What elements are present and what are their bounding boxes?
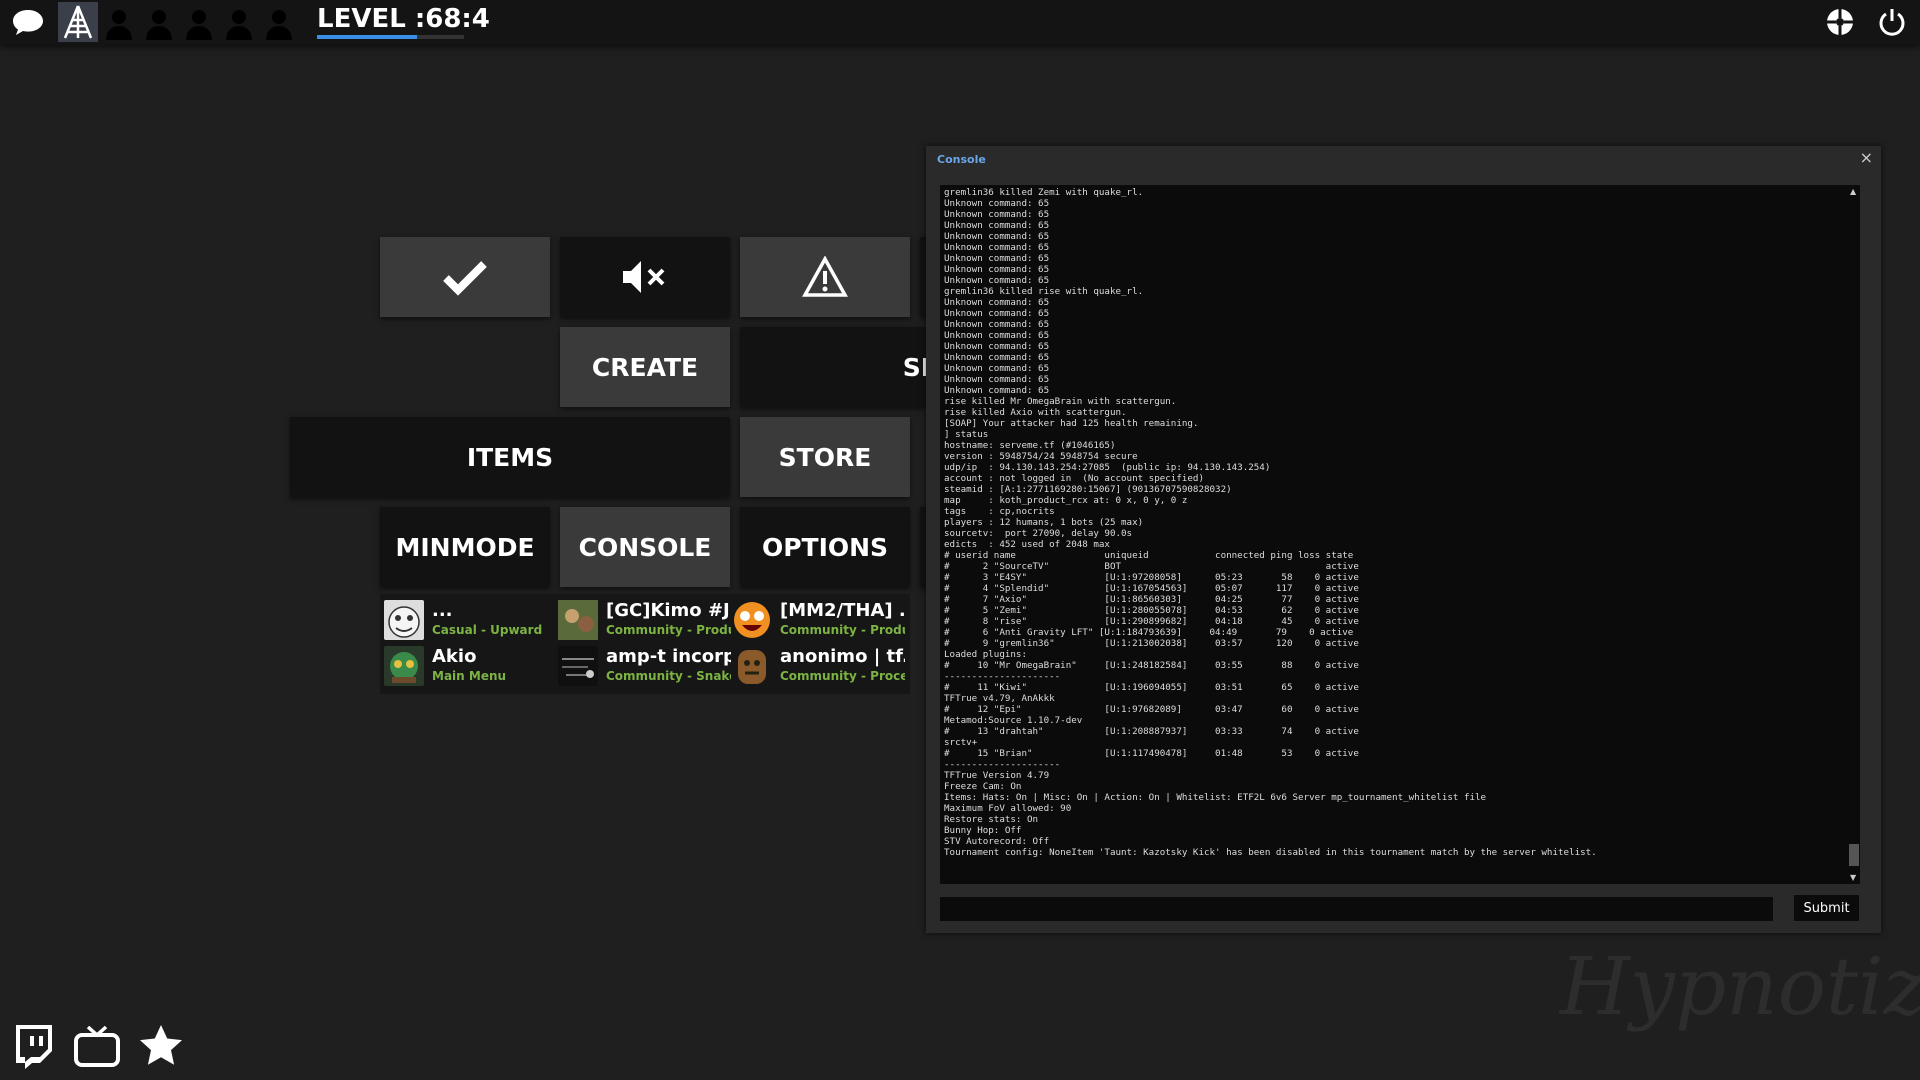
console-log-text: gremlin36 killed Zemi with quake_rl. Unk…: [944, 187, 1597, 858]
friend-status: Main Menu: [432, 669, 507, 683]
avatar: [558, 646, 598, 686]
party-slot-icon[interactable]: [262, 6, 296, 40]
console-title: Console: [937, 153, 986, 166]
twitch-icon[interactable]: [10, 1023, 56, 1069]
avatar: [732, 600, 772, 640]
scroll-thumb[interactable]: [1849, 844, 1859, 866]
friend-status: Casual - Upward: [432, 623, 543, 637]
friend-name: [GC]Kimo #J...: [606, 600, 731, 621]
party-slot-icon[interactable]: [222, 6, 256, 40]
warning-icon: [802, 256, 848, 297]
minmode-button[interactable]: MINMODE: [380, 507, 550, 587]
friend-item[interactable]: Akio Main Menu: [380, 644, 552, 688]
watermark: Hypnotize: [1560, 940, 1920, 1033]
party-slot-icon[interactable]: [142, 6, 176, 40]
avatar: [384, 646, 424, 686]
mute-icon: [623, 261, 665, 293]
friend-item[interactable]: [MM2/THA] ... Community - Produc...: [728, 598, 905, 642]
items-button[interactable]: ITEMS: [290, 417, 730, 497]
friend-status: Community - Produc...: [606, 623, 731, 637]
level-progress-bar: [317, 35, 464, 39]
friend-name: Akio: [432, 646, 477, 667]
friend-name: [MM2/THA] ...: [780, 600, 905, 621]
friend-name: amp-t incorp...: [606, 646, 731, 667]
avatar: [384, 600, 424, 640]
level-label: LEVEL :68:4: [317, 4, 490, 34]
console-scrollbar[interactable]: ▲ ▼: [1848, 185, 1860, 884]
console-window[interactable]: Console × gremlin36 killed Zemi with qua…: [926, 146, 1881, 933]
party-slot-icon[interactable]: [182, 6, 216, 40]
avatar: [732, 646, 772, 686]
friend-status: Community - Process: [780, 669, 905, 683]
chat-icon[interactable]: [10, 4, 46, 40]
tv-icon[interactable]: [74, 1023, 120, 1069]
party-slot-icon[interactable]: [102, 6, 136, 40]
options-button[interactable]: OPTIONS: [740, 507, 910, 587]
server-browser-label: SI: [902, 352, 926, 382]
friend-name: ...: [432, 600, 453, 621]
friend-status: Community - Produc...: [780, 623, 905, 637]
tf2-logo-icon[interactable]: [58, 2, 98, 42]
friend-name: anonimo | tf...: [780, 646, 905, 667]
settings-wheel-icon[interactable]: [1822, 4, 1858, 40]
confirm-button[interactable]: [380, 237, 550, 317]
close-icon[interactable]: ×: [1860, 148, 1873, 167]
scroll-up-icon[interactable]: ▲: [1850, 187, 1856, 196]
level-progress-fill: [317, 35, 417, 39]
friend-item[interactable]: amp-t incorp... Community - Snakew...: [554, 644, 731, 688]
console-button[interactable]: CONSOLE: [560, 507, 730, 587]
friend-item[interactable]: [GC]Kimo #J... Community - Produc...: [554, 598, 731, 642]
star-icon[interactable]: [138, 1023, 184, 1069]
avatar: [558, 600, 598, 640]
friend-item[interactable]: anonimo | tf... Community - Process: [728, 644, 905, 688]
friend-status: Community - Snakew...: [606, 669, 731, 683]
submit-button[interactable]: Submit: [1794, 895, 1859, 921]
top-bar: LEVEL :68:4: [0, 0, 1920, 45]
power-icon[interactable]: [1874, 4, 1910, 40]
friends-list: ... Casual - Upward [GC]Kimo #J... Commu…: [380, 594, 910, 694]
console-log[interactable]: gremlin36 killed Zemi with quake_rl. Unk…: [940, 185, 1860, 884]
server-browser-button[interactable]: SI: [740, 327, 926, 407]
store-button[interactable]: STORE: [740, 417, 910, 497]
scroll-down-icon[interactable]: ▼: [1850, 873, 1856, 882]
console-command-input[interactable]: [940, 897, 1773, 921]
friend-item[interactable]: ... Casual - Upward: [380, 598, 552, 642]
mute-button[interactable]: [560, 237, 730, 317]
report-button[interactable]: [740, 237, 910, 317]
checkmark-icon: [443, 261, 487, 296]
create-button[interactable]: CREATE: [560, 327, 730, 407]
